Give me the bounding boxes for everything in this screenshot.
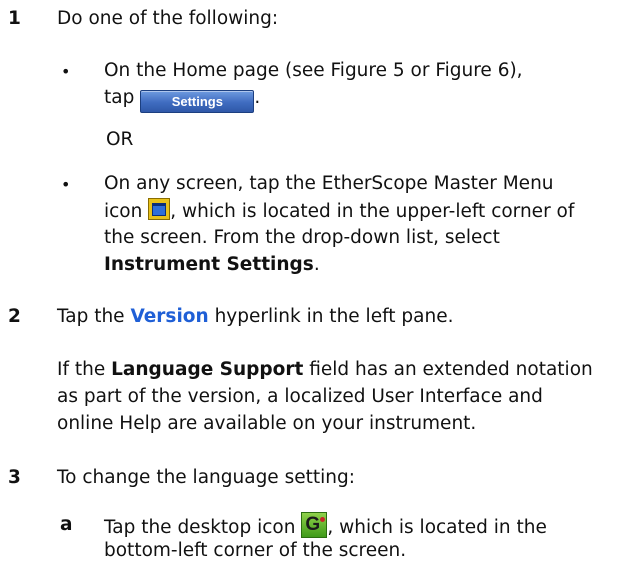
option-2-icon-text: icon [104, 201, 143, 222]
option-2-line-3: the screen. From the drop-down list, sel… [104, 227, 500, 248]
note-line-1-post: field has an extended notation [309, 359, 593, 380]
bullet-1: • [61, 62, 71, 81]
option-2-line-2-rest: , which is located in the upper-left cor… [170, 201, 575, 222]
or-separator: OR [106, 129, 134, 150]
desktop-icon[interactable]: G [301, 512, 328, 538]
settings-button[interactable]: Settings [140, 90, 255, 113]
step-1-number: 1 [8, 8, 21, 29]
step-2-note-line-1: If the Language Support field has an ext… [57, 357, 593, 383]
note-pre: If the [57, 359, 106, 380]
instrument-settings-label: Instrument Settings [104, 254, 314, 275]
substep-a-letter: a [60, 514, 73, 535]
step-2-post: hyperlink in the left pane. [214, 306, 454, 327]
option-2-line-4: Instrument Settings. [104, 252, 320, 278]
step-2-number: 2 [8, 306, 21, 327]
option-1-line-2: tap Settings. [104, 85, 260, 113]
option-1-period: . [254, 87, 261, 108]
document-page: { "steps": [ { "number": "1", "text": "D… [0, 0, 643, 564]
step-2-pre: Tap the [57, 306, 125, 327]
option-2-line-2: icon , which is located in the upper-lef… [104, 198, 574, 225]
version-link[interactable]: Version [130, 306, 208, 327]
step-2-note-line-3: online Help are available on your instru… [57, 413, 477, 434]
language-support-label: Language Support [111, 359, 304, 380]
option-2-period: . [313, 254, 320, 275]
substep-a-line-2: bottom-left corner of the screen. [104, 540, 407, 561]
option-2-line-1: On any screen, tap the EtherScope Master… [104, 173, 554, 194]
step-3-number: 3 [8, 467, 21, 488]
step-2-note-line-2: as part of the version, a localized User… [57, 386, 543, 407]
option-1-line-1: On the Home page (see Figure 5 or Figure… [104, 60, 523, 81]
substep-a-line-1: Tap the desktop icon G, which is located… [104, 512, 547, 541]
step-3-text: To change the language setting: [57, 467, 355, 488]
step-2-text: Tap the Version hyperlink in the left pa… [57, 304, 453, 330]
substep-a-post: , which is located in the [327, 517, 547, 538]
substep-a-pre: Tap the desktop icon [104, 517, 296, 538]
option-1-tap-text: tap [104, 87, 135, 108]
master-menu-icon[interactable] [148, 198, 171, 220]
bullet-2: • [61, 175, 71, 194]
step-1-text: Do one of the following: [57, 8, 279, 29]
